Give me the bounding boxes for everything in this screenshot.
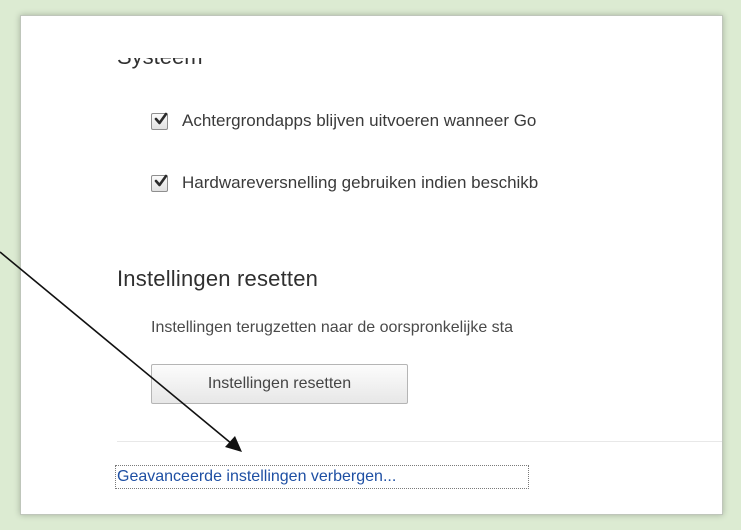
annotation-arrow-icon bbox=[0, 251, 242, 452]
